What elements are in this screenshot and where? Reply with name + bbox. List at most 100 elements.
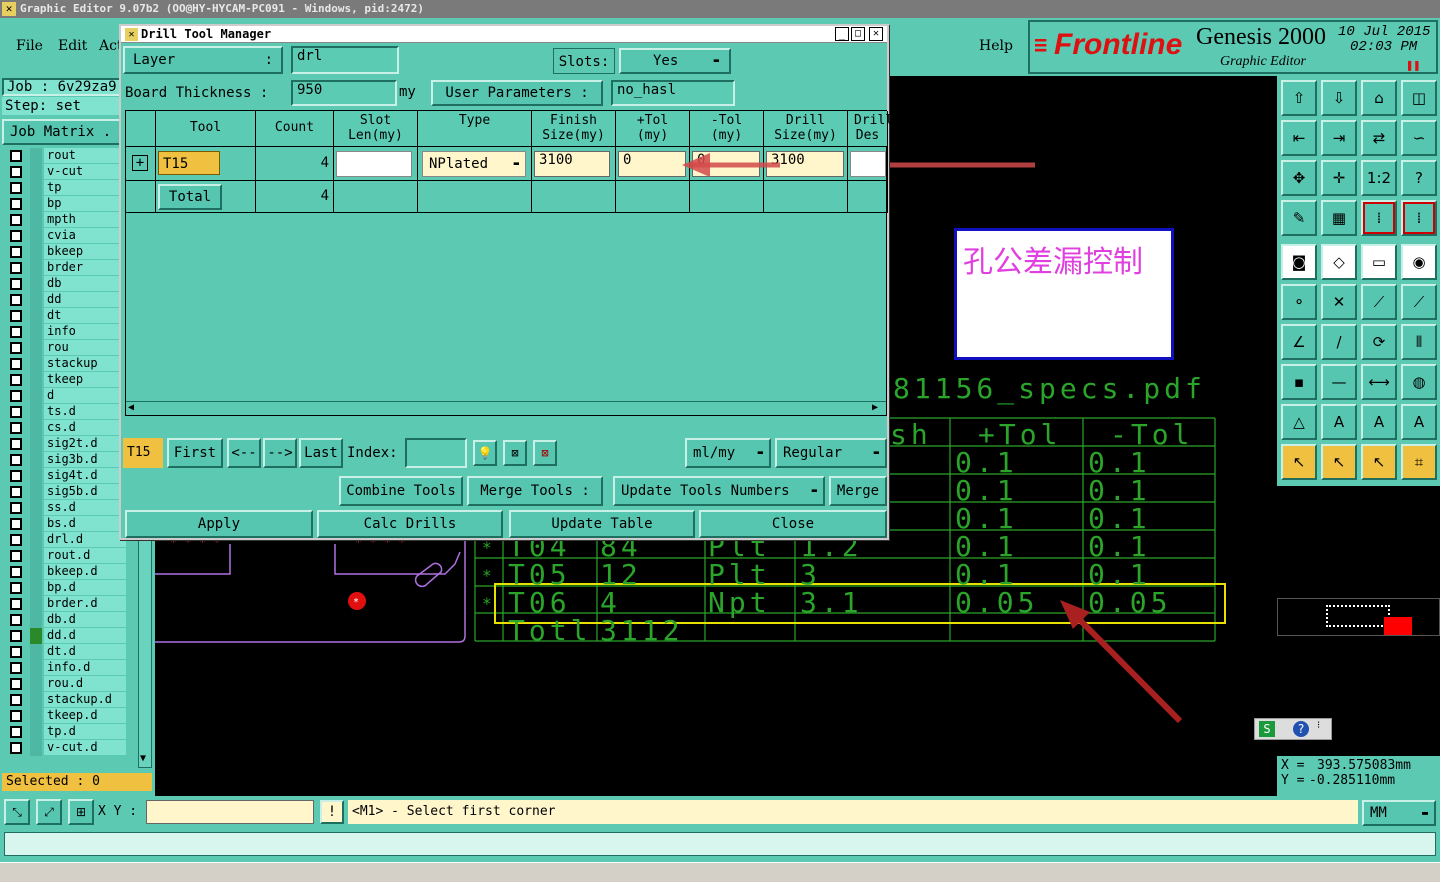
cursor-box2-icon[interactable]: ↖ [1361,444,1397,480]
layer-row[interactable]: sig5b.d [6,484,126,500]
layer-checkbox[interactable] [10,230,22,242]
layer-row[interactable]: info.d [6,660,126,676]
layer-checkbox[interactable] [10,550,22,562]
layer-checkbox[interactable] [10,342,22,354]
layer-checkbox[interactable] [10,198,22,210]
layer-checkbox[interactable] [10,582,22,594]
layer-checkbox[interactable] [10,310,22,322]
layer-row[interactable]: bs.d [6,516,126,532]
scroll-right-icon[interactable]: ▶ [872,402,878,413]
layer-row[interactable]: dd [6,292,126,308]
layer-row[interactable]: db [6,276,126,292]
layer-name[interactable]: db [44,276,126,291]
drill-des-input[interactable] [850,151,886,177]
grid-icon[interactable]: ▦ [1321,200,1357,236]
s-icon[interactable]: S [1259,721,1275,737]
layer-row[interactable]: dd.d [6,628,126,644]
home-down-icon[interactable]: ⇩ [1321,80,1357,116]
layer-checkbox[interactable] [10,534,22,546]
layer-row[interactable]: bp [6,196,126,212]
angle-icon[interactable]: ∠ [1281,324,1317,360]
layer-checkbox[interactable] [10,438,22,450]
layer-row[interactable]: db.d [6,612,126,628]
xy-input[interactable] [146,800,314,824]
layer-row[interactable]: rout.d [6,548,126,564]
layer-name[interactable]: dt.d [44,644,126,659]
layer-name[interactable]: tp [44,180,126,195]
layer-input[interactable]: drl [291,46,399,74]
minimize-icon[interactable]: _ [835,27,849,41]
a-icon[interactable]: A [1321,404,1357,440]
table-hscrollbar[interactable]: ◀ ▶ [126,401,886,415]
swap-icon[interactable]: ⇄ [1361,120,1397,156]
layer-row[interactable]: sig3b.d [6,452,126,468]
layer-checkbox[interactable] [10,646,22,658]
layer-row[interactable]: cvia [6,228,126,244]
layer-checkbox[interactable] [10,630,22,642]
pad-red-icon[interactable]: ⁞ [1361,200,1397,236]
house-icon[interactable]: ⌂ [1361,80,1397,116]
type-select[interactable]: NPlated ▬ [422,151,526,177]
layer-row[interactable]: bkeep.d [6,564,126,580]
layer-name[interactable]: bp.d [44,580,126,595]
first-button[interactable]: First [167,438,223,468]
next-button[interactable]: --> [263,438,297,468]
layer-label-button[interactable]: Layer: [123,46,283,74]
layer-row[interactable]: stackup [6,356,126,372]
close-icon[interactable]: ✕ [869,27,883,41]
layer-checkbox[interactable] [10,518,22,530]
pen-icon[interactable]: ✎ [1281,200,1317,236]
line-red-icon[interactable]: ⟋ [1401,284,1437,320]
layer-checkbox[interactable] [10,182,22,194]
layer-checkbox[interactable] [10,678,22,690]
layer-name[interactable]: v-cut [44,164,126,179]
layer-name[interactable]: v-cut.d [44,740,126,755]
cross-icon[interactable]: ✕ [1321,284,1357,320]
export-icon[interactable]: ⇥ [1321,120,1357,156]
a-fill-icon[interactable]: A [1401,404,1437,440]
mini-map[interactable] [1277,598,1440,636]
layer-row[interactable]: stackup.d [6,692,126,708]
import-icon[interactable]: ⇤ [1281,120,1317,156]
layer-name[interactable]: info.d [44,660,126,675]
merge-button[interactable]: Merge [829,476,887,506]
layer-name[interactable]: rout.d [44,548,126,563]
layer-checkbox[interactable] [10,326,22,338]
layer-row[interactable]: drl.d [6,532,126,548]
layer-row[interactable]: d [6,388,126,404]
mode-select[interactable]: Regular ▬ [775,438,887,468]
line-dots-icon[interactable]: ⟋ [1361,284,1397,320]
layer-checkbox[interactable] [10,278,22,290]
layer-name[interactable]: info [44,324,126,339]
layer-name[interactable]: brder [44,260,126,275]
finish-input[interactable]: 3100 [534,151,610,177]
row-expand-icon[interactable]: + [132,155,148,171]
layer-name[interactable]: sig2t.d [44,436,126,451]
layer-name[interactable]: ss.d [44,500,126,515]
layer-row[interactable]: bp.d [6,580,126,596]
arc-icon[interactable]: ⟳ [1361,324,1397,360]
layer-checkbox[interactable] [10,150,22,162]
layer-row[interactable]: info [6,324,126,340]
shape-icon[interactable]: ◇ [1321,244,1357,280]
user-parameters-input[interactable]: no_hasl [611,80,735,106]
slot-len-input[interactable] [336,151,412,177]
layer-checkbox[interactable] [10,662,22,674]
layer-row[interactable]: tkeep [6,372,126,388]
layer-row[interactable]: rout [6,148,126,164]
layer-checkbox[interactable] [10,390,22,402]
layer-name[interactable]: drl.d [44,532,126,547]
layer-checkbox[interactable] [10,246,22,258]
dotted-circle-icon[interactable]: ◉ [1401,244,1437,280]
layer-checkbox[interactable] [10,694,22,706]
pad-red2-icon[interactable]: ⁞ [1401,200,1437,236]
circles-icon[interactable]: ◍ [1401,364,1437,400]
bracket-icon[interactable]: ⫴ [1401,324,1437,360]
scroll-down-icon[interactable]: ▼ [140,753,146,764]
s-curve-icon[interactable]: ∽ [1401,120,1437,156]
layer-checkbox[interactable] [10,358,22,370]
layer-name[interactable]: bp [44,196,126,211]
job-matrix-button[interactable]: Job Matrix . [2,119,122,145]
layer-name[interactable]: sig5b.d [44,484,126,499]
home-up-icon[interactable]: ⇧ [1281,80,1317,116]
